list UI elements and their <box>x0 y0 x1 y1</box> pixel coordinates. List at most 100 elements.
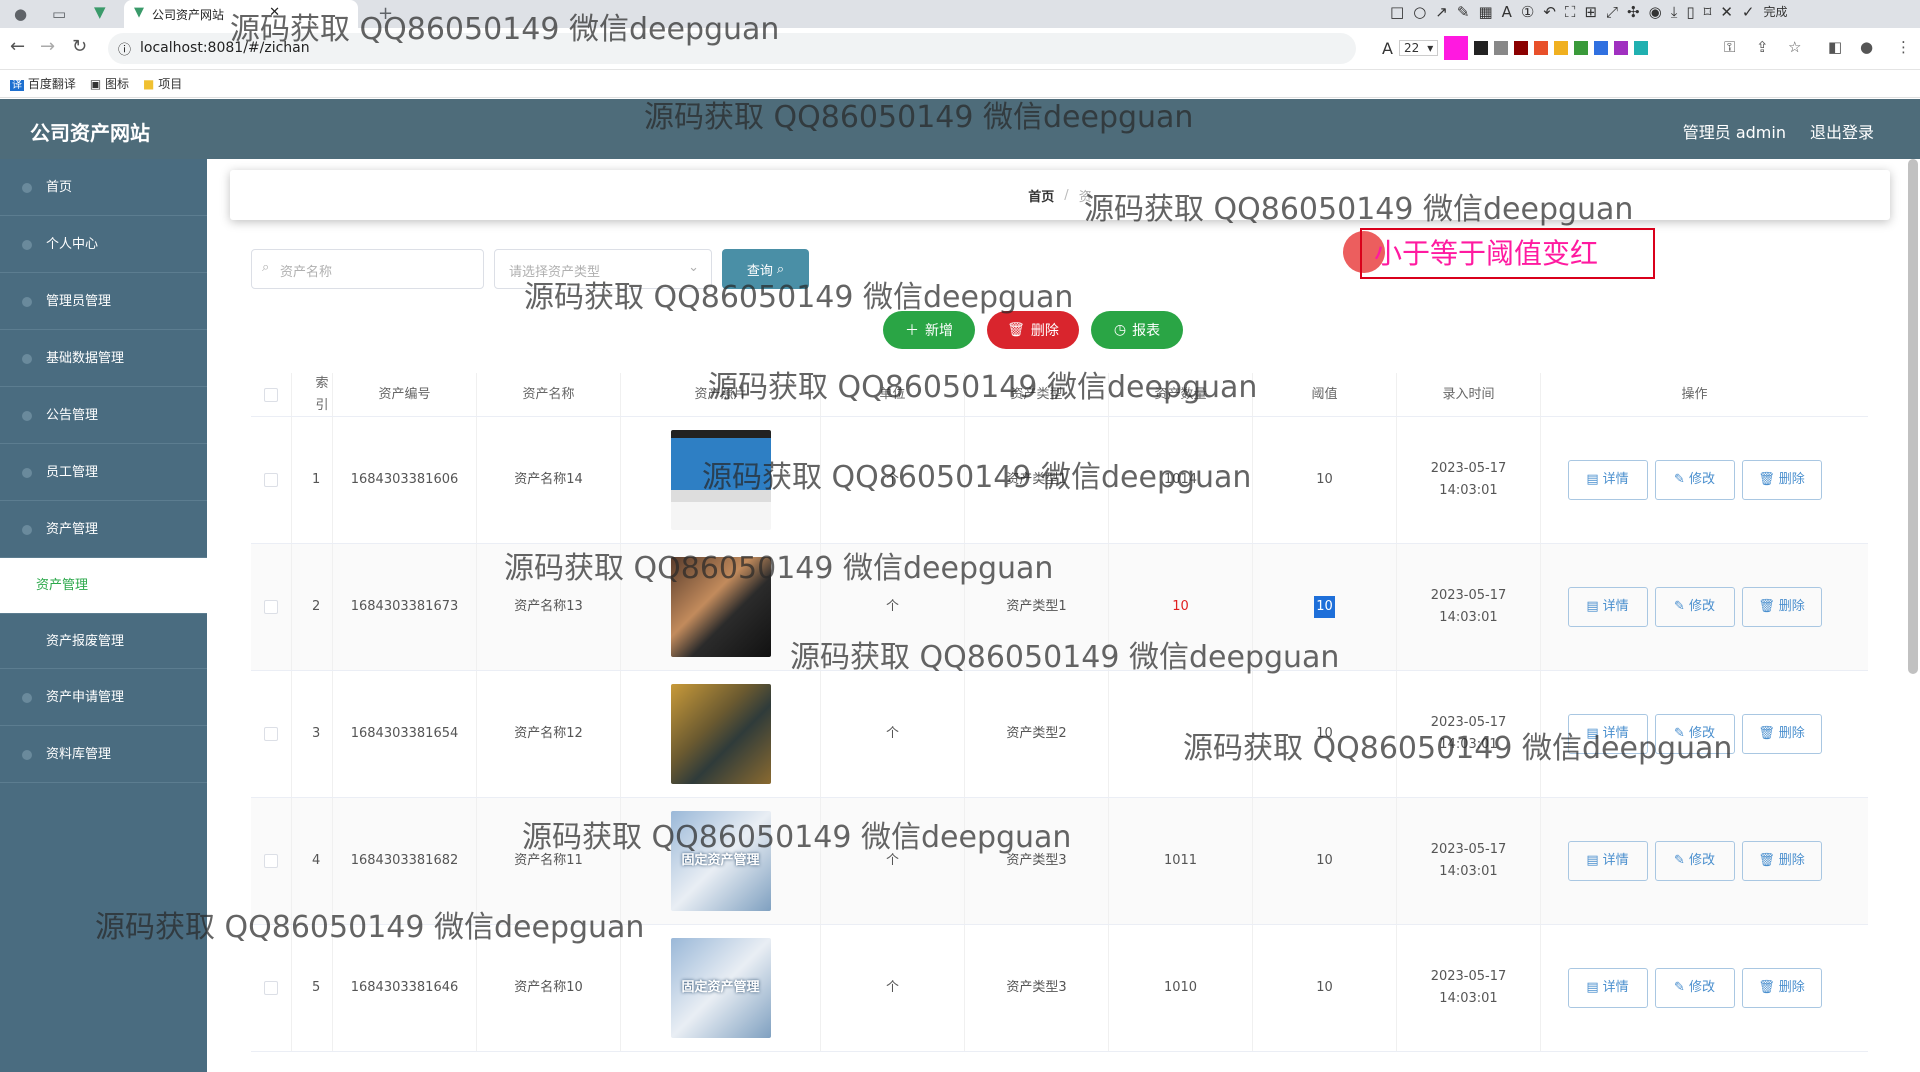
bookmark-translate[interactable]: 译 百度翻译 <box>10 75 76 92</box>
close-tab-icon[interactable]: ✕ <box>269 5 280 20</box>
color-swatch[interactable] <box>1494 41 1509 55</box>
new-tab-icon[interactable]: + <box>378 3 393 24</box>
sidebar-item-assets[interactable]: 资产管理 <box>0 501 207 558</box>
sidebar-item-admins[interactable]: 管理员管理 <box>0 273 207 330</box>
color-swatch[interactable] <box>1534 41 1549 55</box>
sidebar-item-notices[interactable]: 公告管理 <box>0 387 207 444</box>
forward-icon[interactable]: → <box>40 36 55 57</box>
color-swatch[interactable] <box>1574 41 1589 55</box>
asset-photo[interactable]: 固定资产管理 <box>670 938 771 1038</box>
crop-icon[interactable]: ⛶ <box>1565 3 1576 21</box>
color-swatch[interactable] <box>1474 41 1489 55</box>
color-swatch[interactable] <box>1634 41 1649 55</box>
logout-link[interactable]: 退出登录 <box>1810 119 1874 143</box>
url-field[interactable]: ⓘ localhost:8081/#/zichan <box>108 33 1356 64</box>
annotation-textbox[interactable]: 小于等于阈值变红 <box>1360 228 1655 279</box>
star-icon[interactable]: ☆ <box>1788 38 1801 56</box>
row-delete-button[interactable]: 🗑 删除 <box>1741 968 1822 1008</box>
number-tool-icon[interactable]: ① <box>1521 3 1534 21</box>
menu-icon[interactable]: ⋮ <box>1896 38 1911 56</box>
color-swatch[interactable] <box>1514 41 1529 55</box>
sidepanel-icon[interactable]: ◧ <box>1828 38 1842 56</box>
app-header: 公司资产网站 管理员 admin 退出登录 <box>0 99 1920 159</box>
asset-photo[interactable] <box>670 557 771 657</box>
back-icon[interactable]: ← <box>10 36 25 57</box>
sidebar-subitem-scrap[interactable]: 资产报废管理 <box>0 614 207 669</box>
edit-button[interactable]: ✎ 修改 <box>1654 841 1735 881</box>
row-checkbox[interactable] <box>264 600 278 614</box>
sidebar-item-library[interactable]: 资料库管理 <box>0 726 207 783</box>
query-button[interactable]: 查询 ⌕ <box>722 249 809 289</box>
color-swatch[interactable] <box>1554 41 1569 55</box>
active-tab[interactable]: ▼ 公司资产网站 ✕ <box>124 0 358 28</box>
row-delete-button[interactable]: 🗑 删除 <box>1741 714 1822 754</box>
arrow-tool-icon[interactable]: ↗ <box>1435 3 1448 21</box>
detail-button[interactable]: ▤ 详情 <box>1567 714 1648 754</box>
download-icon[interactable]: ⤓ <box>1671 3 1678 21</box>
asset-photo[interactable]: 固定资产管理 <box>670 811 771 911</box>
rectangle-tool-icon[interactable]: □ <box>1390 3 1404 21</box>
edit-button[interactable]: ✎ 修改 <box>1654 460 1735 500</box>
asset-name-search[interactable]: ⌕ 资产名称 <box>251 249 484 289</box>
bookmark-icon[interactable]: ⌑ <box>1704 3 1712 21</box>
done-check-icon[interactable]: ✓ <box>1742 3 1755 21</box>
edit-button[interactable]: ✎ 修改 <box>1654 587 1735 627</box>
phone-icon[interactable]: ▯ <box>1686 3 1694 21</box>
github-icon[interactable]: ● <box>14 5 27 23</box>
blank-tab-icon[interactable]: ▭ <box>52 5 66 23</box>
delete-button[interactable]: 🗑 删除 <box>987 311 1079 349</box>
pen-tool-icon[interactable]: ✎ <box>1457 3 1470 21</box>
row-delete-button[interactable]: 🗑 删除 <box>1741 841 1822 881</box>
pin-icon[interactable]: ✣ <box>1627 3 1640 21</box>
edit-button[interactable]: ✎ 修改 <box>1654 968 1735 1008</box>
color-swatch[interactable] <box>1594 41 1609 55</box>
row-checkbox[interactable] <box>264 981 278 995</box>
row-checkbox[interactable] <box>264 854 278 868</box>
sidebar-item-employees[interactable]: 员工管理 <box>0 444 207 501</box>
edit-button[interactable]: ✎ 修改 <box>1654 714 1735 754</box>
asset-photo[interactable] <box>670 430 771 530</box>
font-size-select[interactable]: 22 ▾ <box>1398 40 1439 56</box>
report-button[interactable]: ◷ 报表 <box>1091 311 1183 349</box>
site-logo[interactable]: 公司资产网站 <box>30 117 150 146</box>
key-icon[interactable]: ⚿ <box>1724 38 1735 56</box>
page-scrollbar[interactable] <box>1908 159 1918 674</box>
detail-button[interactable]: ▤ 详情 <box>1567 841 1648 881</box>
font-icon[interactable]: A <box>1382 39 1393 58</box>
select-all-checkbox[interactable] <box>264 387 278 402</box>
sidebar-subitem-assets[interactable]: 资产管理 <box>0 558 207 614</box>
expand-icon[interactable]: ⤢ <box>1606 3 1618 21</box>
undo-icon[interactable]: ↶ <box>1543 3 1556 21</box>
sidebar-item-basic-data[interactable]: 基础数据管理 <box>0 330 207 387</box>
mosaic-tool-icon[interactable]: ▦ <box>1478 3 1492 21</box>
detail-button[interactable]: ▤ 详情 <box>1567 968 1648 1008</box>
row-checkbox[interactable] <box>264 473 278 487</box>
profile-icon[interactable]: ● <box>1860 38 1873 56</box>
asset-type-select[interactable]: 请选择资产类型 ⌄ <box>494 249 712 289</box>
sidebar-item-home[interactable]: 首页 <box>0 159 207 216</box>
text-tool-icon[interactable]: A <box>1502 3 1512 21</box>
sidebar-item-applications[interactable]: 资产申请管理 <box>0 669 207 726</box>
detail-button[interactable]: ▤ 详情 <box>1567 460 1648 500</box>
circle-tool-icon[interactable]: ○ <box>1413 3 1426 21</box>
bookmark-icons[interactable]: ▣ 图标 <box>90 75 129 92</box>
asset-photo[interactable] <box>670 684 771 784</box>
reload-icon[interactable]: ↻ <box>72 36 87 57</box>
vue-icon[interactable]: ▼ <box>94 3 106 21</box>
cancel-icon[interactable]: ✕ <box>1720 3 1733 21</box>
current-color-swatch[interactable] <box>1444 36 1469 60</box>
done-label[interactable]: 完成 <box>1763 3 1787 21</box>
row-checkbox[interactable] <box>264 727 278 741</box>
record-icon[interactable]: ◉ <box>1649 3 1662 21</box>
row-delete-button[interactable]: 🗑 删除 <box>1741 460 1822 500</box>
site-info-icon[interactable]: ⓘ <box>118 39 131 58</box>
row-delete-button[interactable]: 🗑 删除 <box>1741 587 1822 627</box>
bookmark-project[interactable]: ■ 项目 <box>143 75 182 92</box>
add-button[interactable]: ＋新增 <box>883 311 975 349</box>
translate-icon[interactable]: ⊞ <box>1584 3 1597 21</box>
breadcrumb-home[interactable]: 首页 <box>1028 186 1054 205</box>
sidebar-item-profile[interactable]: 个人中心 <box>0 216 207 273</box>
detail-button[interactable]: ▤ 详情 <box>1567 587 1648 627</box>
color-swatch[interactable] <box>1614 41 1629 55</box>
share-icon[interactable]: ⇪ <box>1756 38 1769 56</box>
